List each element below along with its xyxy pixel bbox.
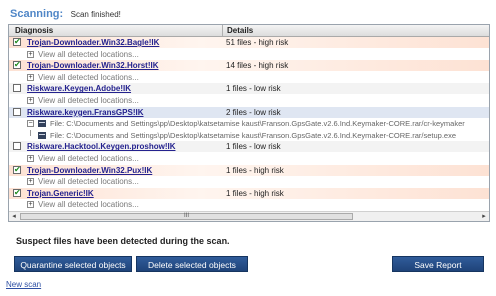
threat-row[interactable]: ✔ Trojan.Generic!IK 1 files - high risk bbox=[9, 187, 489, 199]
expand-icon[interactable]: + bbox=[27, 201, 34, 209]
threat-checkbox[interactable]: ✔ bbox=[13, 188, 21, 197]
file-icon bbox=[38, 131, 46, 139]
grid-rows: ✔ Trojan-Downloader.Win32.Bagle!IK 51 file… bbox=[9, 37, 489, 211]
grid-header: Diagnosis Details bbox=[9, 25, 489, 37]
scan-status-label: Scanning: bbox=[10, 8, 64, 20]
threat-name-link[interactable]: Riskware.keygen.FransGPS!IK bbox=[27, 107, 144, 118]
threat-details: 14 files - high risk bbox=[226, 61, 289, 71]
threat-details: 1 files - high risk bbox=[226, 188, 284, 198]
threat-row[interactable]: Riskware.Keygen.Adobe!IK 1 files - low ri… bbox=[9, 83, 489, 95]
threat-row[interactable]: ✔ Trojan-Downloader.Win32.Pux!IK 1 files -… bbox=[9, 164, 489, 176]
locations-row: + View all detected locations... bbox=[9, 176, 489, 188]
threat-details: 2 files - low risk bbox=[226, 107, 281, 117]
threat-checkbox[interactable]: ✔ bbox=[13, 61, 21, 70]
locations-row: + View all detected locations... bbox=[9, 95, 489, 106]
threat-details: 1 files - low risk bbox=[226, 142, 281, 152]
threat-checkbox[interactable] bbox=[13, 142, 21, 151]
expand-icon[interactable]: + bbox=[27, 155, 34, 162]
view-locations-link[interactable]: View all detected locations... bbox=[38, 199, 139, 210]
horizontal-scrollbar[interactable]: ◂ III ▸ bbox=[9, 211, 489, 221]
threat-name-link[interactable]: Riskware.Hacktool.Keygen.proshow!IK bbox=[27, 141, 175, 152]
column-header-details[interactable]: Details bbox=[227, 26, 253, 35]
scan-status-value: Scan finished! bbox=[70, 10, 121, 19]
threat-row[interactable]: Riskware.Hacktool.Keygen.proshow!IK 1 fil… bbox=[9, 141, 489, 153]
file-icon bbox=[38, 120, 46, 128]
expand-icon[interactable]: + bbox=[27, 73, 34, 81]
threat-details: 1 files - high risk bbox=[226, 165, 284, 175]
quarantine-button[interactable]: Quarantine selected objects bbox=[14, 256, 132, 272]
new-scan-link[interactable]: New scan bbox=[6, 280, 41, 289]
view-locations-link[interactable]: View all detected locations... bbox=[38, 95, 139, 106]
threat-details: 51 files - high risk bbox=[226, 38, 289, 47]
locations-row: + View all detected locations... bbox=[9, 153, 489, 164]
threat-name-link[interactable]: Trojan-Downloader.Win32.Bagle!IK bbox=[27, 37, 159, 48]
threat-checkbox[interactable] bbox=[13, 84, 21, 93]
scroll-left-icon[interactable]: ◂ bbox=[9, 212, 19, 221]
file-path: File: C:\Documents and Settings\pp\Deskt… bbox=[50, 119, 465, 129]
collapse-icon[interactable]: − bbox=[27, 120, 34, 128]
view-locations-link[interactable]: View all detected locations... bbox=[38, 72, 139, 83]
locations-row: + View all detected locations... bbox=[9, 48, 489, 60]
file-location-row: − File: C:\Documents and Settings\pp\Desk… bbox=[9, 118, 489, 130]
scroll-thumb[interactable]: III bbox=[20, 213, 353, 220]
threat-checkbox[interactable]: ✔ bbox=[13, 38, 21, 46]
tree-connector bbox=[30, 129, 31, 136]
threat-row[interactable]: Riskware.keygen.FransGPS!IK 2 files - low… bbox=[9, 106, 489, 118]
expand-icon[interactable]: + bbox=[27, 178, 34, 186]
threat-name-link[interactable]: Riskware.Keygen.Adobe!IK bbox=[27, 83, 131, 94]
threat-checkbox[interactable]: ✔ bbox=[13, 165, 21, 174]
threat-name-link[interactable]: Trojan-Downloader.Win32.Pux!IK bbox=[27, 165, 152, 176]
expand-icon[interactable]: + bbox=[27, 50, 34, 58]
scan-status: Scanning: Scan finished! bbox=[10, 5, 121, 21]
file-path: File: C:\Documents and Settings\pp\Deskt… bbox=[50, 130, 457, 140]
threat-row[interactable]: ✔ Trojan-Downloader.Win32.Bagle!IK 51 file… bbox=[9, 37, 489, 48]
threat-name-link[interactable]: Trojan.Generic!IK bbox=[27, 188, 94, 199]
threat-checkbox[interactable] bbox=[13, 107, 21, 116]
view-locations-link[interactable]: View all detected locations... bbox=[38, 153, 139, 164]
locations-row: + View all detected locations... bbox=[9, 71, 489, 83]
results-grid: Diagnosis Details ✔ Trojan-Downloader.Win… bbox=[8, 24, 490, 222]
scroll-right-icon[interactable]: ▸ bbox=[479, 212, 489, 221]
save-report-button[interactable]: Save Report bbox=[392, 256, 484, 272]
delete-button[interactable]: Delete selected objects bbox=[136, 256, 248, 272]
view-locations-link[interactable]: View all detected locations... bbox=[38, 176, 139, 187]
threat-name-link[interactable]: Trojan-Downloader.Win32.Horst!IK bbox=[27, 60, 159, 71]
file-location-row: File: C:\Documents and Settings\pp\Deskt… bbox=[9, 129, 489, 141]
column-separator[interactable] bbox=[222, 25, 223, 36]
view-locations-link[interactable]: View all detected locations... bbox=[38, 49, 139, 60]
threat-row[interactable]: ✔ Trojan-Downloader.Win32.Horst!IK 14 file… bbox=[9, 60, 489, 72]
scan-result-message: Suspect files have been detected during … bbox=[16, 236, 230, 246]
expand-icon[interactable]: + bbox=[27, 97, 34, 104]
threat-details: 1 files - low risk bbox=[226, 84, 281, 94]
column-header-diagnosis[interactable]: Diagnosis bbox=[15, 26, 53, 35]
locations-row: + View all detected locations... bbox=[9, 199, 489, 211]
